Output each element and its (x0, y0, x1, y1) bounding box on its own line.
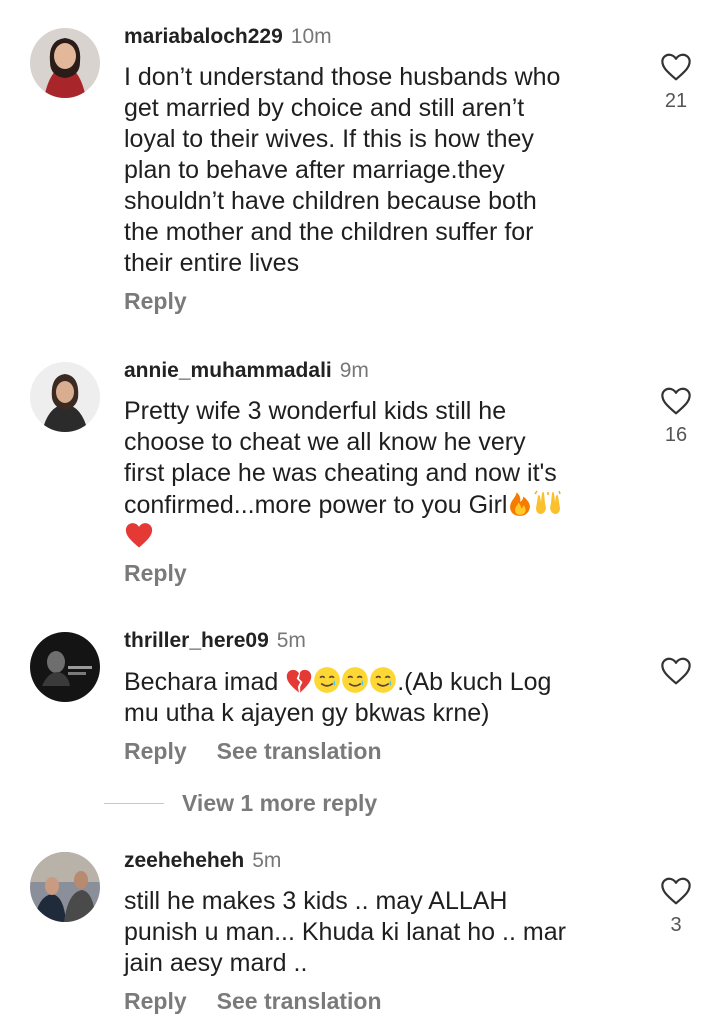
avatar-image (30, 852, 100, 922)
like-button[interactable]: 21 (655, 52, 697, 113)
comment-text-line-with-emoji: Bechara imad .(Ab kuch Log (124, 666, 624, 698)
see-translation-button[interactable]: See translation (217, 988, 382, 1014)
comment-text-line: choose to cheat we all know he very (124, 428, 526, 456)
avatar-image (30, 632, 100, 702)
heart-icon[interactable] (659, 876, 693, 906)
smiling-tear-emoji (370, 667, 397, 693)
reply-button[interactable]: Reply (124, 738, 187, 764)
comment-actions: Reply (124, 288, 217, 315)
heart-icon[interactable] (659, 386, 693, 416)
comment-text-line: I don’t understand those husbands who (124, 63, 561, 91)
comment-text-line: punish u man... Khuda ki lanat ho .. mar (124, 918, 566, 946)
comment-text-line: the mother and the children suffer for (124, 218, 534, 246)
avatar-image (30, 362, 100, 432)
avatar[interactable] (30, 852, 100, 922)
comment-text-line: shouldn’t have children because both (124, 187, 537, 215)
comment-text: still he makes 3 kids .. may ALLAH punis… (124, 886, 624, 979)
broken-heart-emoji (286, 669, 312, 693)
avatar[interactable] (30, 632, 100, 702)
like-count: 3 (670, 914, 682, 936)
comment-text-line: mu utha k ajayen gy bkwas krne) (124, 699, 490, 727)
comment-item: zeeheheheh 5m still he makes 3 kids .. ma… (0, 0, 728, 1014)
username[interactable]: mariabaloch229 (124, 25, 283, 48)
timestamp: 5m (276, 629, 306, 652)
comment-text-line: first place he was cheating and now it's (124, 459, 557, 487)
comment-meta: zeeheheheh 5m (124, 848, 281, 874)
comment-text-segment: .(Ab kuch Log (397, 668, 552, 696)
comment-text: Bechara imad .(Ab kuch Log mu utha k aja… (124, 666, 624, 729)
comment-text-line: Pretty wife 3 wonderful kids still he (124, 397, 507, 425)
heart-icon[interactable] (659, 52, 693, 82)
timestamp: 9m (339, 359, 369, 382)
comment-item: mariabaloch229 10m I don’t understand tho… (0, 0, 728, 330)
comment-text-line-with-emoji (124, 521, 624, 553)
comment-meta: mariabaloch229 10m (124, 24, 332, 50)
comment-text-line-with-emoji: confirmed...more power to you Girl (124, 489, 624, 521)
comment-text-line: still he makes 3 kids .. may ALLAH (124, 887, 508, 915)
comment-meta: annie_muhammadali 9m (124, 358, 369, 384)
comment-text-segment: confirmed...more power to you Girl (124, 491, 508, 519)
heart-icon[interactable] (659, 656, 693, 686)
comment-text: Pretty wife 3 wonderful kids still he ch… (124, 396, 624, 553)
like-button[interactable] (655, 656, 697, 686)
avatar[interactable] (30, 28, 100, 98)
comment-text: I don’t understand those husbands who ge… (124, 62, 624, 279)
view-more-replies-label[interactable]: View 1 more reply (182, 790, 377, 817)
comment-text-line: plan to behave after marriage.they (124, 156, 505, 184)
comment-actions: Reply See translation (124, 988, 412, 1015)
comment-text-line: jain aesy mard .. (124, 949, 308, 977)
raised-hands-emoji (534, 490, 562, 514)
smiling-tear-emoji (342, 667, 369, 693)
red-heart-emoji (125, 523, 153, 548)
comment-actions: Reply See translation (124, 738, 412, 765)
comment-text-line: loyal to their wives. If this is how the… (124, 125, 534, 153)
username[interactable]: zeeheheheh (124, 849, 244, 872)
comment-text-segment: Bechara imad (124, 668, 286, 696)
avatar-image (30, 28, 100, 98)
timestamp: 10m (290, 25, 332, 48)
smiling-tear-emoji (314, 667, 341, 693)
reply-button[interactable]: Reply (124, 560, 187, 586)
like-count: 16 (664, 424, 688, 446)
fire-emoji (510, 492, 531, 516)
divider (104, 803, 164, 804)
reply-button[interactable]: Reply (124, 288, 187, 314)
timestamp: 5m (252, 849, 282, 872)
comment-text-line: get married by choice and still aren’t (124, 94, 525, 122)
comment-text-line: their entire lives (124, 249, 300, 277)
username[interactable]: thriller_here09 (124, 629, 269, 652)
avatar[interactable] (30, 362, 100, 432)
username[interactable]: annie_muhammadali (124, 359, 332, 382)
see-translation-button[interactable]: See translation (217, 738, 382, 764)
comment-actions: Reply (124, 560, 217, 587)
like-button[interactable]: 16 (655, 386, 697, 447)
like-button[interactable]: 3 (655, 876, 697, 937)
view-more-replies[interactable]: View 1 more reply (104, 790, 377, 818)
reply-button[interactable]: Reply (124, 988, 187, 1014)
like-count: 21 (664, 90, 688, 112)
comment-meta: thriller_here09 5m (124, 628, 306, 654)
